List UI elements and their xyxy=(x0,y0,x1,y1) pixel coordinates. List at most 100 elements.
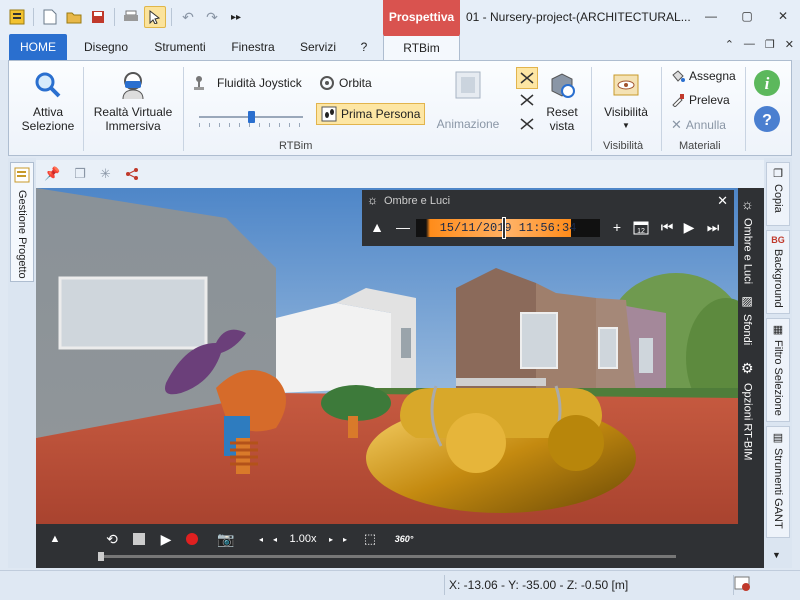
animazione-button[interactable]: Animazione xyxy=(433,69,503,131)
popup-close-icon[interactable]: ✕ xyxy=(717,193,728,209)
copy-icon: ❐ xyxy=(773,168,783,180)
ombre-e-luci-popup: ☼ Ombre e Luci ✕ ▲ — 15/11/2019 11:56:34… xyxy=(362,190,734,246)
step-back-icon[interactable]: ◂ xyxy=(270,530,280,548)
app-menu-icon[interactable] xyxy=(6,6,28,28)
print-icon[interactable] xyxy=(120,6,142,28)
context-tab-prospettiva[interactable]: Prospettiva xyxy=(383,0,460,34)
redo-icon[interactable]: ↷ xyxy=(201,6,223,28)
reset-vista-label: Reset vista xyxy=(546,105,578,133)
tab-strumenti[interactable]: Strumenti xyxy=(148,34,212,60)
image-icon: ▨ xyxy=(741,294,753,308)
magnifier-cursor-icon xyxy=(35,72,61,98)
filter-icon: ▦ xyxy=(772,324,784,336)
quick-access-toolbar: ↶ ↷ ▸▸ xyxy=(6,6,247,28)
maximize-icon[interactable]: ▢ xyxy=(736,6,758,26)
snapshot-region-icon[interactable]: ⬚ xyxy=(360,530,380,548)
realta-virtuale-label: Realtà Virtuale Immersiva xyxy=(93,105,173,133)
play-icon[interactable]: ▶ xyxy=(680,218,698,236)
mdi-close-icon[interactable]: ✕ xyxy=(785,38,794,51)
mdi-minimize-icon[interactable]: — xyxy=(744,38,755,51)
ombre-e-luci-tab[interactable]: ☼ Ombre e Luci xyxy=(741,196,754,284)
time-controls: ▲ — 15/11/2019 11:56:34 + 12 ⏮ ▶ ⏭ xyxy=(362,214,734,240)
datetime-slider[interactable]: 15/11/2019 11:56:34 xyxy=(416,217,600,239)
collapse-ribbon-icon[interactable]: ⌃ xyxy=(725,38,734,51)
expand-toolbar-icon[interactable]: ▸▸ xyxy=(225,6,247,28)
attiva-selezione-button[interactable]: Attiva Selezione xyxy=(17,69,79,133)
camera-icon[interactable]: 📷 xyxy=(216,530,236,548)
magic-wand-icon[interactable]: ✳ xyxy=(100,166,111,182)
pin-icon[interactable]: 📌 xyxy=(44,166,60,182)
collapse-up-icon[interactable]: ▲ xyxy=(368,218,386,236)
view-mode-2-button[interactable] xyxy=(519,93,535,107)
record-icon[interactable] xyxy=(184,530,200,548)
animazione-label: Animazione xyxy=(436,117,500,131)
open-folder-icon[interactable] xyxy=(63,6,85,28)
separator xyxy=(171,8,172,26)
mdi-restore-icon[interactable]: ❐ xyxy=(765,38,775,51)
view-mode-1-button[interactable] xyxy=(516,67,538,89)
cancel-x-icon: ✕ xyxy=(671,117,682,132)
strumenti-gant-tab[interactable]: ▤ Strumenti GANT xyxy=(766,426,790,538)
scroll-down-icon[interactable]: ▼ xyxy=(772,550,781,560)
share-icon[interactable] xyxy=(125,167,139,181)
joystick-icon xyxy=(194,76,204,90)
tab-rtbim[interactable]: RTBim xyxy=(383,34,460,60)
skip-forward-icon[interactable]: ⏭ xyxy=(704,218,722,236)
tab-home[interactable]: HOME xyxy=(9,34,67,60)
separator xyxy=(33,8,34,26)
opzioni-rt-bim-tab[interactable]: ⚙ Opzioni RT-BIM xyxy=(741,360,754,460)
ribbon-tabs: HOME Disegno Strumenti Finestra Servizi … xyxy=(0,34,800,60)
ribbon-panel: Attiva Selezione Realtà Virtuale Immersi… xyxy=(8,60,792,156)
skip-back-icon[interactable]: ⏮ xyxy=(658,218,676,236)
stop-icon[interactable] xyxy=(132,530,146,548)
orbita-button[interactable]: Orbita xyxy=(319,75,372,91)
save-icon[interactable] xyxy=(87,6,109,28)
joystick-fluidity-slider[interactable] xyxy=(199,111,303,127)
view-mode-3-button[interactable] xyxy=(519,117,535,131)
visibilita-button[interactable]: Visibilità ▼ xyxy=(599,69,653,133)
tab-help[interactable]: ? xyxy=(354,34,374,60)
tab-servizi[interactable]: Servizi xyxy=(294,34,342,60)
undo-icon[interactable]: ↶ xyxy=(177,6,199,28)
copy-views-icon[interactable]: ❐ xyxy=(74,166,86,182)
minus-icon[interactable]: — xyxy=(394,218,412,236)
assegna-button[interactable]: Assegna xyxy=(671,69,736,83)
separator xyxy=(745,67,746,151)
background-tab[interactable]: BG Background xyxy=(766,230,790,314)
background-label: Background xyxy=(772,249,784,308)
filtro-selezione-tab[interactable]: ▦ Filtro Selezione xyxy=(766,318,790,422)
360-view-icon[interactable]: 360° xyxy=(392,530,416,548)
reset-vista-button[interactable]: Reset vista xyxy=(539,69,585,133)
play-icon[interactable]: ▶ xyxy=(158,530,174,548)
help-button[interactable]: ? xyxy=(753,105,781,133)
faster-icon[interactable]: ▸ xyxy=(340,530,350,548)
slider-thumb[interactable] xyxy=(248,111,255,123)
prima-persona-button[interactable]: Prima Persona xyxy=(316,103,426,125)
calendar-icon[interactable]: 12 xyxy=(632,218,650,236)
sfondi-tab[interactable]: ▨ Sfondi xyxy=(741,294,753,345)
tab-finestra[interactable]: Finestra xyxy=(228,34,278,60)
playback-progress[interactable] xyxy=(98,552,676,561)
loop-icon[interactable]: ⟲ xyxy=(102,530,122,548)
gestione-progetto-tab[interactable]: Gestione Progetto xyxy=(10,162,34,282)
tab-disegno[interactable]: Disegno xyxy=(80,34,132,60)
select-cursor-icon[interactable] xyxy=(144,6,166,28)
annulla-button[interactable]: ✕ Annulla xyxy=(671,117,726,133)
close-icon[interactable]: ✕ xyxy=(772,6,794,26)
info-button[interactable]: i xyxy=(753,69,781,97)
gantt-icon: ▤ xyxy=(772,432,784,444)
plus-icon[interactable]: + xyxy=(608,218,626,236)
datetime-cursor[interactable] xyxy=(502,217,506,239)
preleva-button[interactable]: Preleva xyxy=(671,93,730,107)
collapse-up-icon[interactable]: ▲ xyxy=(48,530,62,548)
realta-virtuale-button[interactable]: Realtà Virtuale Immersiva xyxy=(89,69,177,133)
slower-icon[interactable]: ◂ xyxy=(256,530,266,548)
dropdown-arrow-icon: ▼ xyxy=(622,121,630,130)
minimize-icon[interactable]: — xyxy=(700,6,722,26)
copia-tab[interactable]: ❐ Copia xyxy=(766,162,790,226)
step-forward-icon[interactable]: ▸ xyxy=(326,530,336,548)
fluidita-joystick-button[interactable]: Fluidità Joystick xyxy=(191,75,302,91)
new-file-icon[interactable] xyxy=(39,6,61,28)
progress-knob[interactable] xyxy=(98,552,104,561)
status-settings-icon[interactable] xyxy=(734,575,752,596)
